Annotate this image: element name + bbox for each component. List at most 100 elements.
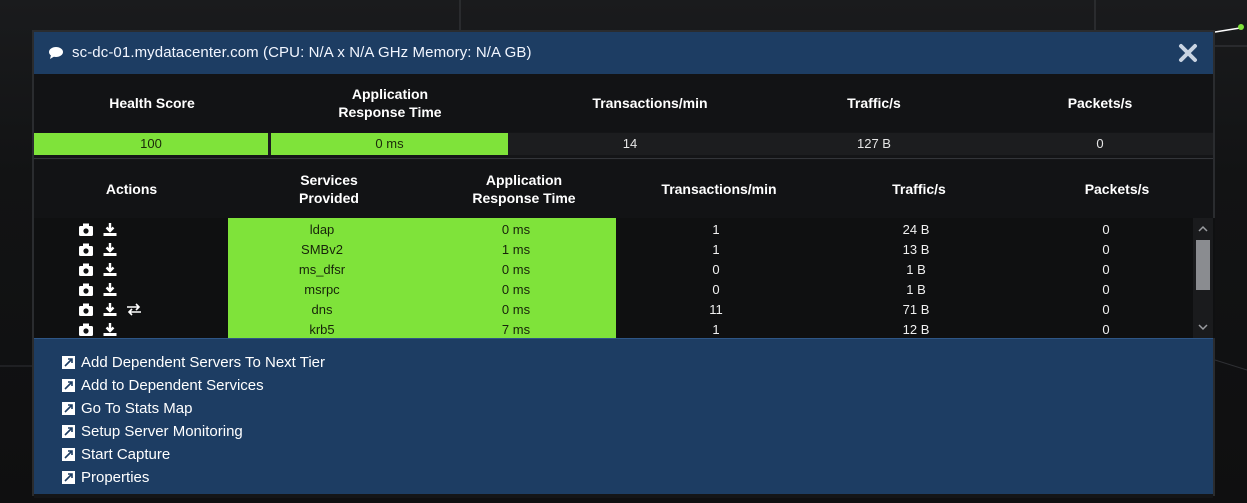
service-traffic: 71 B [902,302,930,317]
service-packets: 0 [1102,302,1110,317]
service-transactions: 0 [712,262,720,277]
camera-icon[interactable] [78,302,94,317]
service-packets: 0 [1102,262,1110,277]
menu-item-add-dependent-servers[interactable]: Add Dependent Servers To Next Tier [62,351,325,373]
camera-icon[interactable] [78,222,94,237]
service-transactions: 0 [712,282,720,297]
service-traffic: 1 B [906,262,926,277]
service-transactions: 1 [712,222,720,237]
service-name: SMBv2 [301,242,343,257]
scrollbar-thumb[interactable] [1196,240,1210,290]
chat-bubble-icon [49,47,63,59]
service-response-time: 7 ms [501,322,531,337]
summary-values-row: 100 0 ms 14 127 B 0 [34,133,1213,155]
close-icon[interactable] [1177,42,1199,64]
table-row[interactable]: krb5 7 ms 1 12 B 0 [34,321,1194,338]
camera-icon[interactable] [78,262,94,277]
service-traffic: 24 B [902,222,930,237]
row-actions [78,302,142,317]
service-transactions: 1 [712,242,720,257]
table-row[interactable]: SMBv2 1 ms 1 13 B 0 [34,241,1194,258]
service-response-time: 0 ms [501,282,531,297]
service-traffic: 1 B [906,282,926,297]
header-services-provided: Services Provided [299,172,359,206]
service-traffic: 13 B [902,242,930,257]
service-transactions: 11 [709,302,723,317]
section-divider [34,158,1213,159]
download-icon[interactable] [102,282,118,297]
row-actions [78,262,118,277]
swap-arrows-icon[interactable] [126,302,142,317]
menu-item-label: Setup Server Monitoring [81,422,243,440]
menu-item-label: Add Dependent Servers To Next Tier [81,353,326,371]
table-row[interactable]: dns 0 ms 11 71 B 0 [34,301,1194,318]
external-link-icon [62,401,75,415]
menu-item-setup-server-monitoring[interactable]: Setup Server Monitoring [62,420,243,442]
table-row[interactable]: ldap 0 ms 1 24 B 0 [34,221,1194,238]
external-link-icon [62,470,75,484]
service-traffic: 12 B [902,322,930,337]
service-packets: 0 [1102,222,1110,237]
menu-item-go-to-stats-map[interactable]: Go To Stats Map [62,397,192,419]
panel-title: sc-dc-01.mydatacenter.com (CPU: N/A x N/… [72,44,532,61]
service-response-time: 0 ms [501,222,531,237]
summary-header-row: Health Score Application Response Time T… [34,74,1213,132]
header-svc-response-time: Application Response Time [472,172,576,206]
menu-item-label: Add to Dependent Services [81,376,264,394]
service-response-time: 0 ms [501,262,531,277]
external-link-icon [62,355,75,369]
header-svc-traffic: Traffic/s [892,181,946,197]
panel-title-bar: sc-dc-01.mydatacenter.com (CPU: N/A x N/… [34,32,1213,75]
menu-item-label: Properties [81,468,150,486]
packets-value: 0 [1096,136,1104,151]
menu-item-start-capture[interactable]: Start Capture [62,443,170,465]
header-svc-transactions: Transactions/min [661,181,777,197]
download-icon[interactable] [102,242,118,257]
row-actions [78,322,118,337]
header-packets: Packets/s [1067,95,1133,111]
node-status-dot [1238,24,1244,30]
panel-footer [34,494,1213,498]
external-link-icon [62,424,75,438]
table-row[interactable]: msrpc 0 ms 0 1 B 0 [34,281,1194,298]
server-details-panel: sc-dc-01.mydatacenter.com (CPU: N/A x N/… [32,30,1215,498]
header-response-time: Application Response Time [338,86,442,120]
row-actions [78,282,118,297]
download-icon[interactable] [102,322,118,337]
row-actions [78,242,118,257]
download-icon[interactable] [102,222,118,237]
services-scrollbar[interactable] [1193,218,1213,338]
external-link-icon [62,447,75,461]
menu-item-label: Go To Stats Map [81,399,193,417]
service-response-time: 1 ms [501,242,531,257]
chevron-up-icon[interactable] [1197,224,1209,234]
row-actions [78,222,118,237]
service-packets: 0 [1102,242,1110,257]
service-name: ldap [309,222,335,237]
service-name: dns [311,302,333,317]
service-packets: 0 [1102,322,1110,337]
traffic-value: 127 B [857,136,891,151]
services-header-row: Actions Services Provided Application Re… [34,160,1213,218]
header-svc-packets: Packets/s [1084,181,1150,197]
menu-item-properties[interactable]: Properties [62,466,149,488]
chevron-down-icon[interactable] [1197,322,1209,332]
services-table: ldap 0 ms 1 24 B 0 SMBv2 1 ms 1 13 B 0 ms_dfsr 0 ms… [34,218,1215,338]
header-health-score: Health Score [109,95,195,111]
menu-item-add-dependent-services[interactable]: Add to Dependent Services [62,374,264,396]
service-name: msrpc [304,282,340,297]
download-icon[interactable] [102,262,118,277]
download-icon[interactable] [102,302,118,317]
camera-icon[interactable] [78,282,94,297]
table-row[interactable]: ms_dfsr 0 ms 0 1 B 0 [34,261,1194,278]
service-response-time: 0 ms [501,302,531,317]
camera-icon[interactable] [78,322,94,337]
service-name: krb5 [309,322,335,337]
camera-icon[interactable] [78,242,94,257]
transactions-value: 14 [622,136,638,151]
header-traffic: Traffic/s [847,95,901,111]
menu-item-label: Start Capture [81,445,171,463]
service-transactions: 1 [712,322,720,337]
service-name: ms_dfsr [298,262,346,277]
header-actions: Actions [105,181,158,197]
